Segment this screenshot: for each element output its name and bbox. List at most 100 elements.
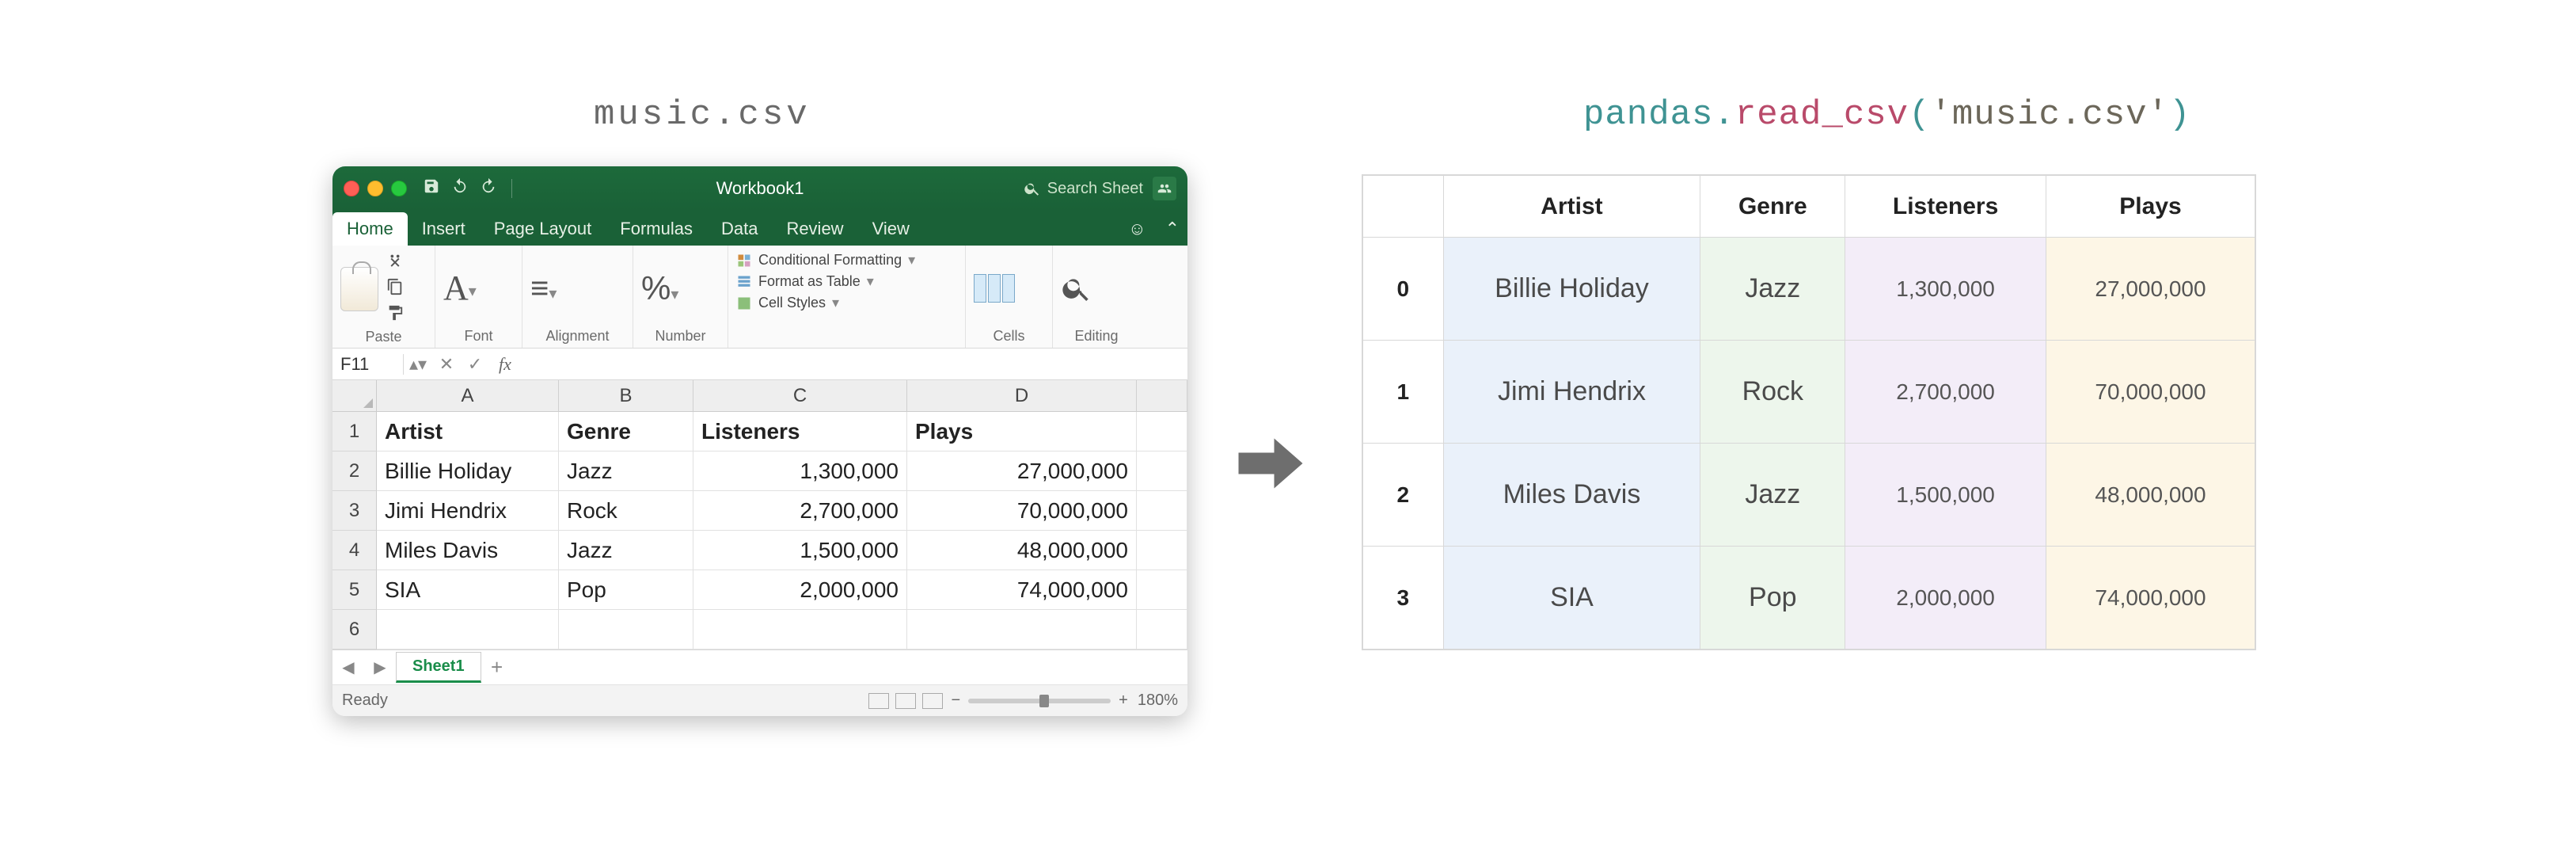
cell[interactable]: 74,000,000 <box>907 570 1137 610</box>
cell[interactable]: Rock <box>559 491 693 531</box>
cut-icon[interactable] <box>386 252 404 273</box>
row-header[interactable]: 6 <box>332 610 377 650</box>
collapse-ribbon-icon[interactable]: ⌃ <box>1157 212 1187 246</box>
pd-cell: 2,700,000 <box>1845 341 2046 444</box>
pd-cell: Pop <box>1700 547 1845 650</box>
ribbon-tabs: Home Insert Page Layout Formulas Data Re… <box>332 211 1187 246</box>
tab-view[interactable]: View <box>858 212 924 246</box>
pd-col-header: Genre <box>1700 176 1845 238</box>
share-button[interactable] <box>1153 177 1176 200</box>
updown-icon[interactable]: ▴▾ <box>404 354 432 375</box>
add-sheet-button[interactable]: + <box>481 655 513 680</box>
cell[interactable] <box>1137 412 1187 451</box>
col-header-b[interactable]: B <box>559 380 693 412</box>
cell[interactable]: 1,300,000 <box>693 451 907 491</box>
cell[interactable] <box>1137 491 1187 531</box>
copy-icon[interactable] <box>386 278 404 299</box>
tab-page-layout[interactable]: Page Layout <box>480 212 606 246</box>
tab-data[interactable]: Data <box>707 212 772 246</box>
cell[interactable]: 2,000,000 <box>693 570 907 610</box>
number-format-icon[interactable]: %▾ <box>641 269 678 307</box>
conditional-formatting-button[interactable]: Conditional Formatting▾ <box>736 252 957 269</box>
cell[interactable]: SIA <box>377 570 559 610</box>
cell[interactable]: Jazz <box>559 451 693 491</box>
zoom-out-icon[interactable]: − <box>951 691 960 710</box>
row-header[interactable]: 4 <box>332 531 377 570</box>
status-bar: Ready − + 180% <box>332 684 1187 716</box>
cell[interactable] <box>693 610 907 650</box>
sheet-next-icon[interactable]: ▶ <box>364 657 396 677</box>
cancel-formula-icon[interactable]: ✕ <box>432 354 461 375</box>
cell[interactable]: Listeners <box>693 412 907 451</box>
col-header-d[interactable]: D <box>907 380 1137 412</box>
alignment-icon[interactable]: ≡▾ <box>530 271 557 307</box>
cell[interactable]: Miles Davis <box>377 531 559 570</box>
cell[interactable]: Pop <box>559 570 693 610</box>
cell-styles-button[interactable]: Cell Styles▾ <box>736 295 957 311</box>
tab-home[interactable]: Home <box>332 212 408 246</box>
cell[interactable]: Jimi Hendrix <box>377 491 559 531</box>
minimize-icon[interactable] <box>367 181 383 196</box>
cell[interactable] <box>1137 531 1187 570</box>
left-caption: music.csv <box>594 95 811 135</box>
tab-formulas[interactable]: Formulas <box>606 212 707 246</box>
format-as-table-button[interactable]: Format as Table▾ <box>736 273 957 290</box>
cell[interactable]: 48,000,000 <box>907 531 1137 570</box>
cell[interactable] <box>907 610 1137 650</box>
zoom-value: 180% <box>1138 691 1178 710</box>
cell[interactable] <box>377 610 559 650</box>
zoom-slider[interactable] <box>968 699 1111 703</box>
undo-icon[interactable] <box>451 177 469 200</box>
cell[interactable]: 70,000,000 <box>907 491 1137 531</box>
cell[interactable] <box>1137 610 1187 650</box>
pd-cell: 1,300,000 <box>1845 238 2046 341</box>
col-header-c[interactable]: C <box>693 380 907 412</box>
row-header[interactable]: 1 <box>332 412 377 451</box>
fx-icon[interactable]: fx <box>489 354 521 375</box>
cell[interactable] <box>1137 570 1187 610</box>
cell[interactable]: Jazz <box>559 531 693 570</box>
pd-cell: Jazz <box>1700 444 1845 547</box>
row-header[interactable]: 3 <box>332 491 377 531</box>
search-sheet[interactable]: Search Sheet <box>1024 180 1143 198</box>
cells-icon[interactable] <box>974 274 1015 303</box>
cell[interactable] <box>1137 451 1187 491</box>
sheet-prev-icon[interactable]: ◀ <box>332 657 364 677</box>
close-icon[interactable] <box>344 181 359 196</box>
find-icon[interactable] <box>1061 272 1092 304</box>
row-header[interactable]: 2 <box>332 451 377 491</box>
ribbon-group-clipboard: Paste <box>332 246 435 348</box>
sheet-tab[interactable]: Sheet1 <box>396 652 481 683</box>
cell[interactable]: 1,500,000 <box>693 531 907 570</box>
format-painter-icon[interactable] <box>386 304 404 326</box>
col-header-a[interactable]: A <box>377 380 559 412</box>
view-mode-buttons[interactable] <box>868 693 943 709</box>
pd-cell: Billie Holiday <box>1443 238 1700 341</box>
select-all-corner[interactable] <box>332 380 377 412</box>
ribbon-label-cells: Cells <box>974 325 1044 345</box>
feedback-icon[interactable]: ☺ <box>1117 212 1157 246</box>
save-icon[interactable] <box>423 177 440 200</box>
code-arg: 'music.csv' <box>1930 95 2168 135</box>
zoom-in-icon[interactable]: + <box>1119 691 1128 710</box>
cell[interactable] <box>559 610 693 650</box>
redo-icon[interactable] <box>480 177 497 200</box>
pd-cell: SIA <box>1443 547 1700 650</box>
zoom-icon[interactable] <box>391 181 407 196</box>
accept-formula-icon[interactable]: ✓ <box>461 354 489 375</box>
tab-review[interactable]: Review <box>772 212 857 246</box>
paste-icon[interactable] <box>340 267 378 311</box>
cell[interactable]: Artist <box>377 412 559 451</box>
cell[interactable]: Plays <box>907 412 1137 451</box>
cell[interactable]: 27,000,000 <box>907 451 1137 491</box>
tab-insert[interactable]: Insert <box>408 212 480 246</box>
name-box[interactable]: F11 <box>332 354 404 375</box>
font-icon[interactable]: A▾ <box>443 271 477 306</box>
code-module: pandas <box>1583 95 1713 135</box>
col-header-e[interactable] <box>1137 380 1187 412</box>
pd-index: 2 <box>1363 444 1444 547</box>
cell[interactable]: Genre <box>559 412 693 451</box>
cell[interactable]: Billie Holiday <box>377 451 559 491</box>
cell[interactable]: 2,700,000 <box>693 491 907 531</box>
row-header[interactable]: 5 <box>332 570 377 610</box>
